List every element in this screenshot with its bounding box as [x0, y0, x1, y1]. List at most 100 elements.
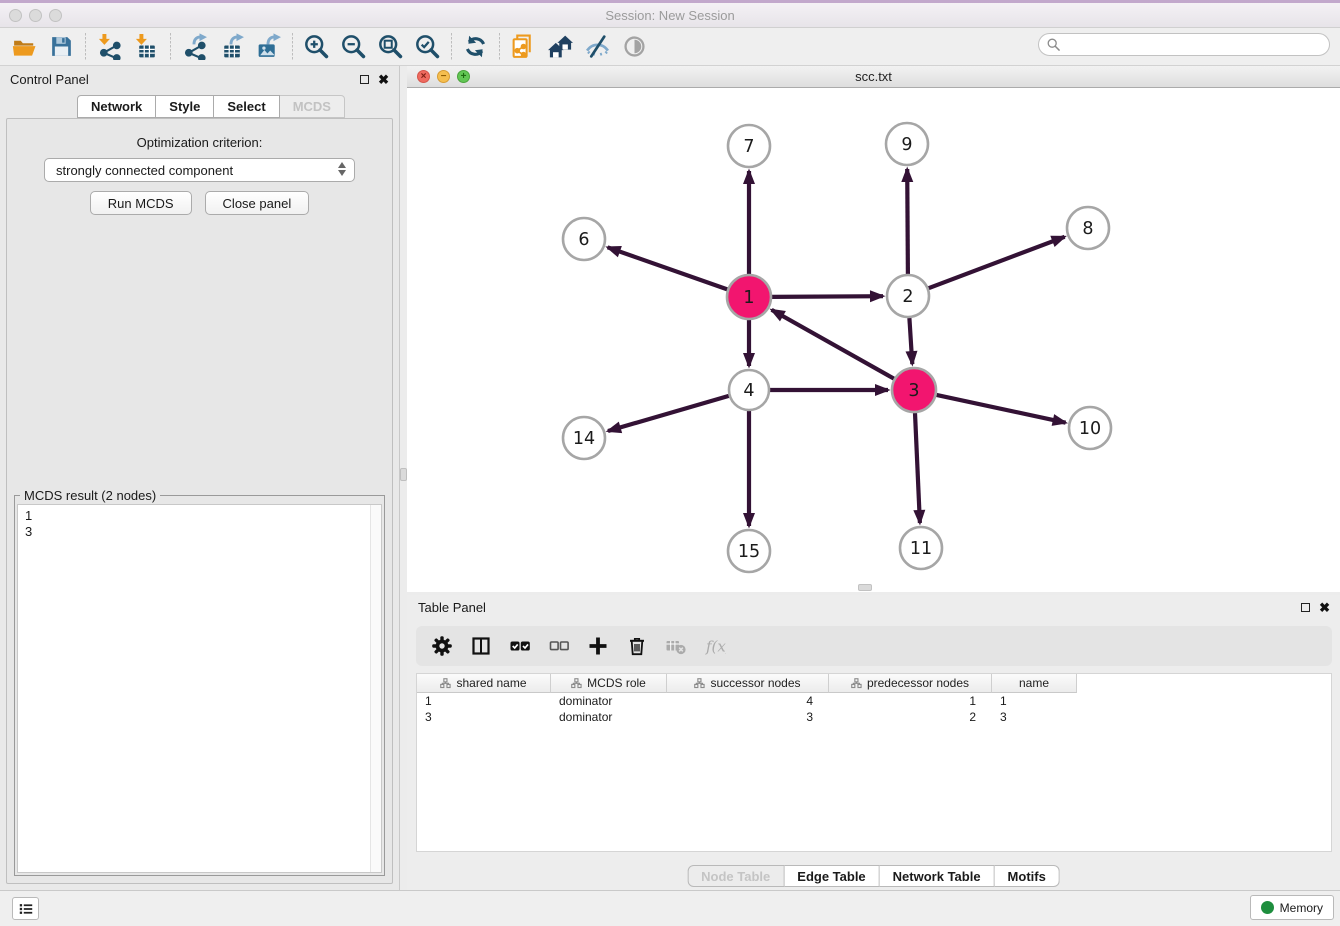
- graph-edge-3-11[interactable]: [915, 413, 920, 523]
- memory-button[interactable]: Memory: [1250, 895, 1334, 920]
- result-scrollbar[interactable]: [370, 505, 381, 872]
- float-panel-icon[interactable]: [360, 75, 369, 84]
- search-input[interactable]: [1065, 37, 1329, 53]
- export-table-button[interactable]: [213, 31, 250, 63]
- graph-edge-1-6[interactable]: [608, 247, 728, 289]
- graph-node-4[interactable]: 4: [729, 370, 769, 410]
- save-session-icon: [48, 33, 75, 60]
- graph-node-14[interactable]: 14: [563, 417, 605, 459]
- export-image-button[interactable]: [250, 31, 287, 63]
- import-table-button[interactable]: [128, 31, 165, 63]
- network-close-button[interactable]: ×: [417, 70, 430, 83]
- application-window: Session: New Session: [0, 0, 1340, 926]
- table-cell[interactable]: 4: [667, 694, 829, 708]
- svg-text:f(x): f(x): [705, 638, 726, 656]
- network-minimize-button[interactable]: −: [437, 70, 450, 83]
- table-cell[interactable]: 3: [667, 710, 829, 724]
- zoom-fit-button[interactable]: [372, 31, 409, 63]
- zoom-out-button[interactable]: [335, 31, 372, 63]
- open-session-button[interactable]: [6, 31, 43, 63]
- home-button[interactable]: [542, 31, 579, 63]
- graph-node-3[interactable]: 3: [892, 368, 936, 412]
- tab-edge-table[interactable]: Edge Table: [784, 865, 879, 887]
- control-panel: Control Panel ✖ NetworkStyleSelectMCDS O…: [0, 66, 400, 890]
- graph-node-7[interactable]: 7: [728, 125, 770, 167]
- table-cell[interactable]: 3: [417, 710, 551, 724]
- export-network-button[interactable]: [176, 31, 213, 63]
- close-table-panel-icon[interactable]: ✖: [1319, 601, 1330, 614]
- network-window-titlebar: × − + scc.txt: [407, 66, 1340, 88]
- graph-node-6[interactable]: 6: [563, 218, 605, 260]
- table-cell[interactable]: 3: [992, 710, 1077, 724]
- search-box[interactable]: [1038, 33, 1330, 56]
- show-panels-button[interactable]: [12, 897, 39, 920]
- refresh-network-button[interactable]: [457, 31, 494, 63]
- gear-button[interactable]: [429, 634, 454, 659]
- graph-edge-1-2[interactable]: [772, 296, 883, 297]
- import-network-button[interactable]: [91, 31, 128, 63]
- vertical-splitter-grip[interactable]: [400, 468, 407, 481]
- close-panel-button[interactable]: Close panel: [205, 191, 310, 215]
- tab-select[interactable]: Select: [214, 95, 279, 118]
- optimization-criterion-dropdown[interactable]: strongly connected component: [44, 158, 355, 182]
- column-header-shared-name[interactable]: shared name: [417, 674, 551, 693]
- run-mcds-button[interactable]: Run MCDS: [90, 191, 192, 215]
- clone-network-button[interactable]: [505, 31, 542, 63]
- graph-edge-2-9[interactable]: [907, 169, 908, 274]
- table-cell[interactable]: dominator: [551, 694, 667, 708]
- table-row[interactable]: 3dominator323: [417, 709, 1331, 725]
- deselect-all-button[interactable]: [546, 634, 571, 659]
- graph-node-1[interactable]: 1: [727, 275, 771, 319]
- table-cell[interactable]: 2: [829, 710, 992, 724]
- float-table-panel-icon[interactable]: [1301, 603, 1310, 612]
- column-type-icon: [851, 678, 862, 689]
- column-header-successor-nodes[interactable]: successor nodes: [667, 674, 829, 693]
- table-cell[interactable]: 1: [829, 694, 992, 708]
- column-header-predecessor-nodes[interactable]: predecessor nodes: [829, 674, 992, 693]
- column-header-name[interactable]: name: [992, 674, 1077, 693]
- mcds-result-text[interactable]: 1 3: [17, 504, 382, 873]
- graph-node-2[interactable]: 2: [887, 275, 929, 317]
- tab-node-table[interactable]: Node Table: [687, 865, 784, 887]
- tab-mcds[interactable]: MCDS: [280, 95, 345, 118]
- table-cell[interactable]: dominator: [551, 710, 667, 724]
- select-all-button[interactable]: [507, 634, 532, 659]
- network-zoom-button[interactable]: +: [457, 70, 470, 83]
- add-column-button[interactable]: [585, 634, 610, 659]
- tab-network[interactable]: Network: [77, 95, 156, 118]
- dropdown-stepper-icon: [338, 162, 346, 176]
- optimization-criterion-label: Optimization criterion:: [7, 135, 392, 150]
- delete-column-button[interactable]: [624, 634, 649, 659]
- control-panel-title: Control Panel: [0, 66, 399, 93]
- graph-edge-2-8[interactable]: [929, 237, 1065, 288]
- toolbar-separator: [451, 33, 452, 61]
- column-type-icon: [571, 678, 582, 689]
- graph-node-8[interactable]: 8: [1067, 207, 1109, 249]
- close-panel-icon[interactable]: ✖: [378, 73, 389, 86]
- zoom-fit-icon: [377, 33, 404, 60]
- eye-icon: [621, 33, 648, 60]
- graph-edge-3-1[interactable]: [772, 310, 894, 379]
- graph-edge-3-10[interactable]: [937, 395, 1066, 423]
- graph-edge-4-14[interactable]: [608, 396, 729, 431]
- tab-network-table[interactable]: Network Table: [880, 865, 995, 887]
- eye-slash-button[interactable]: [579, 31, 616, 63]
- graph-node-10[interactable]: 10: [1069, 407, 1111, 449]
- graph-node-11[interactable]: 11: [900, 527, 942, 569]
- table-cell[interactable]: 1: [992, 694, 1077, 708]
- save-session-button[interactable]: [43, 31, 80, 63]
- network-canvas[interactable]: 7 9 6 8 1 2 4 3 14 10 15 11: [407, 88, 1340, 591]
- column-header-MCDS-role[interactable]: MCDS role: [551, 674, 667, 693]
- table-row[interactable]: 1dominator411: [417, 693, 1331, 709]
- tab-style[interactable]: Style: [156, 95, 214, 118]
- zoom-in-button[interactable]: [298, 31, 335, 63]
- tab-motifs[interactable]: Motifs: [995, 865, 1060, 887]
- split-columns-button[interactable]: [468, 634, 493, 659]
- graph-node-15[interactable]: 15: [728, 530, 770, 572]
- table-cell[interactable]: 1: [417, 694, 551, 708]
- zoom-selected-button[interactable]: [409, 31, 446, 63]
- graph-node-9[interactable]: 9: [886, 123, 928, 165]
- toolbar-separator: [85, 33, 86, 61]
- horizontal-splitter-grip[interactable]: [858, 584, 872, 591]
- graph-edge-2-3[interactable]: [909, 318, 912, 364]
